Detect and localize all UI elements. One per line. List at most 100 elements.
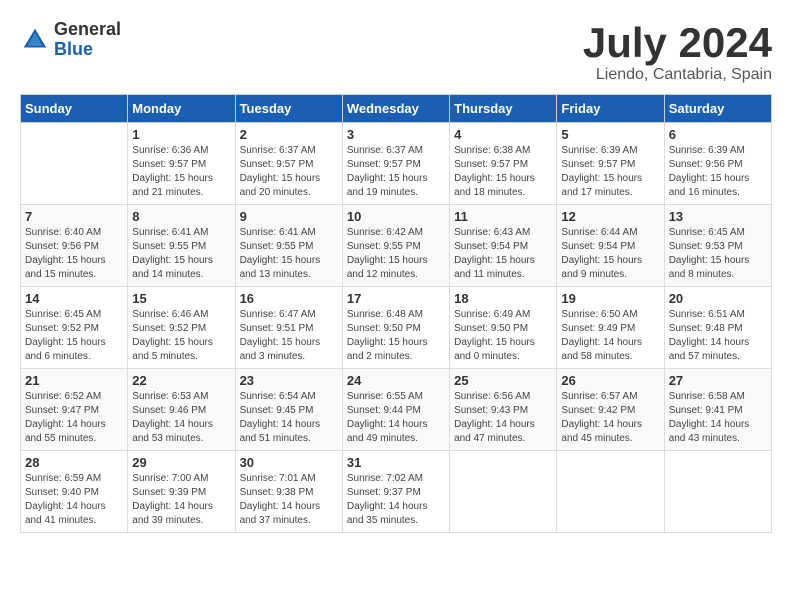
day-info: Sunrise: 6:37 AMSunset: 9:57 PMDaylight:… — [240, 144, 338, 200]
day-number: 14 — [25, 291, 123, 306]
day-info: Sunrise: 6:55 AMSunset: 9:44 PMDaylight:… — [347, 390, 445, 446]
weekday-header-wednesday: Wednesday — [342, 95, 449, 123]
weekday-header-friday: Friday — [557, 95, 664, 123]
calendar-cell: 23 Sunrise: 6:54 AMSunset: 9:45 PMDayligh… — [235, 369, 342, 451]
day-info: Sunrise: 6:41 AMSunset: 9:55 PMDaylight:… — [240, 226, 338, 282]
calendar-cell: 8Sunrise: 6:41 AMSunset: 9:55 PMDaylight… — [128, 205, 235, 287]
day-number: 3 — [347, 127, 445, 142]
calendar-cell: 17 Sunrise: 6:48 AMSunset: 9:50 PMDayligh… — [342, 287, 449, 369]
calendar-cell: 18 Sunrise: 6:49 AMSunset: 9:50 PMDayligh… — [450, 287, 557, 369]
calendar-cell: 26 Sunrise: 6:57 AMSunset: 9:42 PMDayligh… — [557, 369, 664, 451]
calendar-cell: 1 Sunrise: 6:36 AMSunset: 9:57 PMDaylight… — [128, 123, 235, 205]
day-info: Sunrise: 6:38 AMSunset: 9:57 PMDaylight:… — [454, 144, 552, 200]
day-info: Sunrise: 6:47 AMSunset: 9:51 PMDaylight:… — [240, 308, 338, 364]
calendar-cell: 16 Sunrise: 6:47 AMSunset: 9:51 PMDayligh… — [235, 287, 342, 369]
day-info: Sunrise: 6:46 AMSunset: 9:52 PMDaylight:… — [132, 308, 230, 364]
day-number: 9 — [240, 209, 338, 224]
day-info: Sunrise: 6:42 AMSunset: 9:55 PMDaylight:… — [347, 226, 445, 282]
day-info: Sunrise: 6:36 AMSunset: 9:57 PMDaylight:… — [132, 144, 230, 200]
day-info: Sunrise: 6:48 AMSunset: 9:50 PMDaylight:… — [347, 308, 445, 364]
day-info: Sunrise: 6:53 AMSunset: 9:46 PMDaylight:… — [132, 390, 230, 446]
day-info: Sunrise: 7:01 AMSunset: 9:38 PMDaylight:… — [240, 472, 338, 528]
day-number: 16 — [240, 291, 338, 306]
day-number: 17 — [347, 291, 445, 306]
calendar-cell: 30 Sunrise: 7:01 AMSunset: 9:38 PMDayligh… — [235, 451, 342, 533]
day-info: Sunrise: 6:43 AMSunset: 9:54 PMDaylight:… — [454, 226, 552, 282]
calendar-cell: 21Sunrise: 6:52 AMSunset: 9:47 PMDayligh… — [21, 369, 128, 451]
weekday-header-sunday: Sunday — [21, 95, 128, 123]
day-number: 2 — [240, 127, 338, 142]
weekday-header-row: SundayMondayTuesdayWednesdayThursdayFrid… — [21, 95, 772, 123]
calendar-table: SundayMondayTuesdayWednesdayThursdayFrid… — [20, 94, 772, 533]
day-number: 27 — [669, 373, 767, 388]
calendar-cell: 12 Sunrise: 6:44 AMSunset: 9:54 PMDayligh… — [557, 205, 664, 287]
day-info: Sunrise: 6:57 AMSunset: 9:42 PMDaylight:… — [561, 390, 659, 446]
day-number: 5 — [561, 127, 659, 142]
day-number: 24 — [347, 373, 445, 388]
title-block: July 2024 Liendo, Cantabria, Spain — [583, 20, 772, 84]
day-info: Sunrise: 6:59 AMSunset: 9:40 PMDaylight:… — [25, 472, 123, 528]
day-info: Sunrise: 7:02 AMSunset: 9:37 PMDaylight:… — [347, 472, 445, 528]
day-info: Sunrise: 6:44 AMSunset: 9:54 PMDaylight:… — [561, 226, 659, 282]
calendar-cell: 29 Sunrise: 7:00 AMSunset: 9:39 PMDayligh… — [128, 451, 235, 533]
day-info: Sunrise: 6:50 AMSunset: 9:49 PMDaylight:… — [561, 308, 659, 364]
calendar-cell — [21, 123, 128, 205]
day-info: Sunrise: 6:41 AMSunset: 9:55 PMDaylight:… — [132, 226, 230, 282]
day-number: 12 — [561, 209, 659, 224]
day-info: Sunrise: 6:39 AMSunset: 9:56 PMDaylight:… — [669, 144, 767, 200]
calendar-cell: 25Sunrise: 6:56 AMSunset: 9:43 PMDayligh… — [450, 369, 557, 451]
weekday-header-tuesday: Tuesday — [235, 95, 342, 123]
day-number: 28 — [25, 455, 123, 470]
day-number: 31 — [347, 455, 445, 470]
location: Liendo, Cantabria, Spain — [583, 66, 772, 84]
logo-text: General Blue — [54, 20, 121, 60]
day-number: 26 — [561, 373, 659, 388]
calendar-cell: 24 Sunrise: 6:55 AMSunset: 9:44 PMDayligh… — [342, 369, 449, 451]
calendar-cell: 9 Sunrise: 6:41 AMSunset: 9:55 PMDaylight… — [235, 205, 342, 287]
month-title: July 2024 — [583, 20, 772, 66]
week-row-1: 1 Sunrise: 6:36 AMSunset: 9:57 PMDaylight… — [21, 123, 772, 205]
day-number: 30 — [240, 455, 338, 470]
day-number: 11 — [454, 209, 552, 224]
day-number: 6 — [669, 127, 767, 142]
day-number: 19 — [561, 291, 659, 306]
day-number: 10 — [347, 209, 445, 224]
calendar-cell: 5Sunrise: 6:39 AMSunset: 9:57 PMDaylight… — [557, 123, 664, 205]
day-number: 20 — [669, 291, 767, 306]
calendar-cell: 31 Sunrise: 7:02 AMSunset: 9:37 PMDayligh… — [342, 451, 449, 533]
day-number: 25 — [454, 373, 552, 388]
calendar-cell: 7Sunrise: 6:40 AMSunset: 9:56 PMDaylight… — [21, 205, 128, 287]
logo: General Blue — [20, 20, 121, 60]
page-header: General Blue July 2024 Liendo, Cantabria… — [20, 20, 772, 84]
calendar-cell: 22 Sunrise: 6:53 AMSunset: 9:46 PMDayligh… — [128, 369, 235, 451]
day-number: 18 — [454, 291, 552, 306]
day-info: Sunrise: 6:58 AMSunset: 9:41 PMDaylight:… — [669, 390, 767, 446]
day-number: 22 — [132, 373, 230, 388]
week-row-2: 7Sunrise: 6:40 AMSunset: 9:56 PMDaylight… — [21, 205, 772, 287]
calendar-cell — [557, 451, 664, 533]
day-info: Sunrise: 6:49 AMSunset: 9:50 PMDaylight:… — [454, 308, 552, 364]
day-number: 7 — [25, 209, 123, 224]
day-info: Sunrise: 6:37 AMSunset: 9:57 PMDaylight:… — [347, 144, 445, 200]
logo-icon — [20, 25, 50, 55]
day-info: Sunrise: 7:00 AMSunset: 9:39 PMDaylight:… — [132, 472, 230, 528]
calendar-cell: 27 Sunrise: 6:58 AMSunset: 9:41 PMDayligh… — [664, 369, 771, 451]
day-number: 15 — [132, 291, 230, 306]
day-number: 1 — [132, 127, 230, 142]
day-number: 21 — [25, 373, 123, 388]
week-row-3: 14 Sunrise: 6:45 AMSunset: 9:52 PMDayligh… — [21, 287, 772, 369]
calendar-cell: 15 Sunrise: 6:46 AMSunset: 9:52 PMDayligh… — [128, 287, 235, 369]
day-number: 23 — [240, 373, 338, 388]
day-number: 29 — [132, 455, 230, 470]
weekday-header-thursday: Thursday — [450, 95, 557, 123]
calendar-cell: 4Sunrise: 6:38 AMSunset: 9:57 PMDaylight… — [450, 123, 557, 205]
weekday-header-monday: Monday — [128, 95, 235, 123]
day-number: 13 — [669, 209, 767, 224]
calendar-cell: 10 Sunrise: 6:42 AMSunset: 9:55 PMDayligh… — [342, 205, 449, 287]
calendar-cell — [450, 451, 557, 533]
day-info: Sunrise: 6:54 AMSunset: 9:45 PMDaylight:… — [240, 390, 338, 446]
day-info: Sunrise: 6:45 AMSunset: 9:52 PMDaylight:… — [25, 308, 123, 364]
logo-general: General — [54, 20, 121, 40]
logo-blue: Blue — [54, 40, 121, 60]
calendar-cell: 20Sunrise: 6:51 AMSunset: 9:48 PMDayligh… — [664, 287, 771, 369]
